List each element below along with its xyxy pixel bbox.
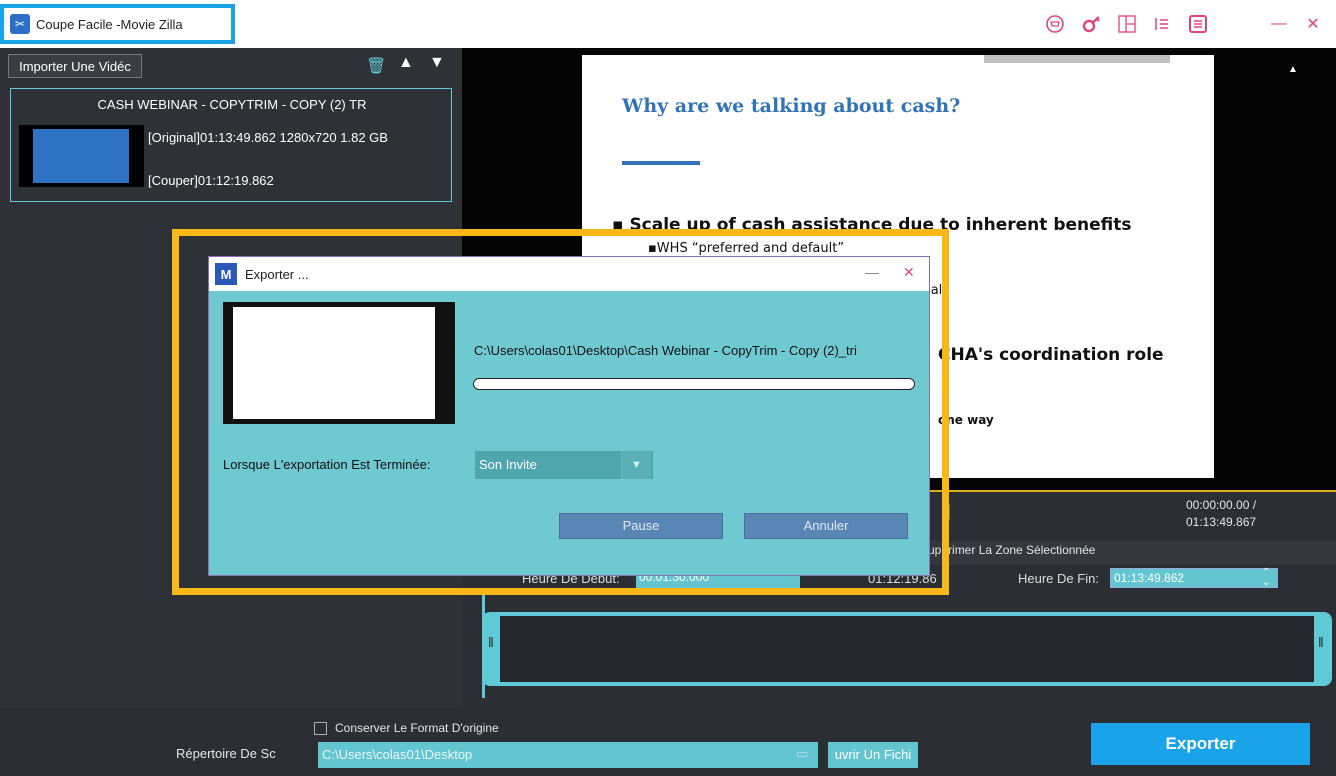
- when-finished-select[interactable]: Son Invite ▼: [475, 451, 653, 479]
- import-video-button[interactable]: Importer Une Vidéc: [8, 54, 142, 78]
- when-finished-value: Son Invite: [479, 457, 537, 472]
- dialog-close-icon[interactable]: ✕: [903, 264, 915, 281]
- chevron-down-icon[interactable]: ▼: [621, 451, 651, 479]
- pause-button[interactable]: Pause: [559, 513, 723, 539]
- title-bar: ✂ Coupe Facile -Movie Zilla — ✕: [0, 0, 1336, 48]
- close-icon[interactable]: ✕: [1303, 14, 1323, 34]
- export-thumbnail: [223, 302, 455, 424]
- trim-track[interactable]: ‖ ‖: [482, 612, 1332, 686]
- export-progress-bar: [473, 378, 915, 390]
- app-title: Coupe Facile -Movie Zilla: [36, 16, 183, 32]
- move-down-icon[interactable]: ▼: [429, 54, 445, 72]
- dialog-title: Exporter ...: [245, 267, 309, 282]
- cart-icon[interactable]: [1045, 14, 1065, 34]
- list-icon[interactable]: [1188, 14, 1208, 34]
- minimize-icon[interactable]: —: [1269, 14, 1289, 34]
- output-dir-input[interactable]: C:\Users\colas01\Desktop: [318, 742, 818, 768]
- output-dir-label: Répertoire De Sc: [176, 746, 276, 761]
- open-file-button[interactable]: uvrir Un Fichi: [828, 742, 918, 768]
- right-handle-icon[interactable]: ‖: [1318, 634, 1324, 650]
- settings-icon[interactable]: [1152, 14, 1172, 34]
- keep-format-label: Conserver Le Format D'origine: [335, 721, 499, 735]
- time-total: 01:13:49.867: [1186, 515, 1257, 529]
- scissors-icon: ✂: [10, 14, 30, 34]
- layout-icon[interactable]: [1117, 14, 1137, 34]
- cursor-icon: ▲: [1288, 64, 1298, 75]
- video-name: CASH WEBINAR - COPYTRIM - COPY (2) TR: [97, 97, 367, 112]
- spin-icon[interactable]: ⌃ ⌄: [1262, 568, 1270, 588]
- cut-info: [Couper]01:12:19.862: [148, 173, 274, 188]
- dialog-header: M Exporter ... — ✕: [209, 257, 929, 291]
- export-button[interactable]: Exporter: [1091, 723, 1310, 765]
- time-readout: 00:00:00.00 / 01:13:49.867: [1186, 497, 1256, 531]
- video-thumbnail: [19, 125, 144, 187]
- time-current: 00:00:00.00 /: [1186, 498, 1257, 512]
- keep-format-option[interactable]: Conserver Le Format D'origine: [314, 721, 499, 735]
- trash-icon[interactable]: 🗑: [366, 56, 386, 76]
- when-finished-label: Lorsque L'exportation Est Terminée:: [223, 457, 431, 472]
- video-item[interactable]: CASH WEBINAR - COPYTRIM - COPY (2) TR [O…: [10, 88, 452, 202]
- end-time-label: Heure De Fin:: [1018, 571, 1099, 586]
- move-up-icon[interactable]: ▲: [398, 54, 414, 72]
- folder-icon[interactable]: ▭: [796, 746, 808, 762]
- export-dialog: M Exporter ... — ✕ C:\Users\colas01\Desk…: [208, 256, 930, 576]
- dialog-minimize-icon[interactable]: —: [865, 264, 879, 280]
- movie-zilla-logo-icon: M: [215, 263, 237, 285]
- end-time-input[interactable]: 01:13:49.862: [1110, 568, 1278, 588]
- slide-title: Why are we talking about cash?: [622, 95, 961, 117]
- key-icon[interactable]: [1082, 14, 1102, 34]
- slide-partial-bullet: CHA's coordination role: [938, 345, 1164, 365]
- cancel-button[interactable]: Annuler: [744, 513, 908, 539]
- export-path: C:\Users\colas01\Desktop\Cash Webinar - …: [474, 343, 857, 358]
- keep-format-checkbox[interactable]: [314, 721, 327, 735]
- app-title-box: ✂ Coupe Facile -Movie Zilla: [0, 4, 235, 44]
- left-handle-icon[interactable]: ‖: [488, 634, 494, 650]
- original-info: [Original]01:13:49.862 1280x720 1.82 GB: [148, 130, 388, 145]
